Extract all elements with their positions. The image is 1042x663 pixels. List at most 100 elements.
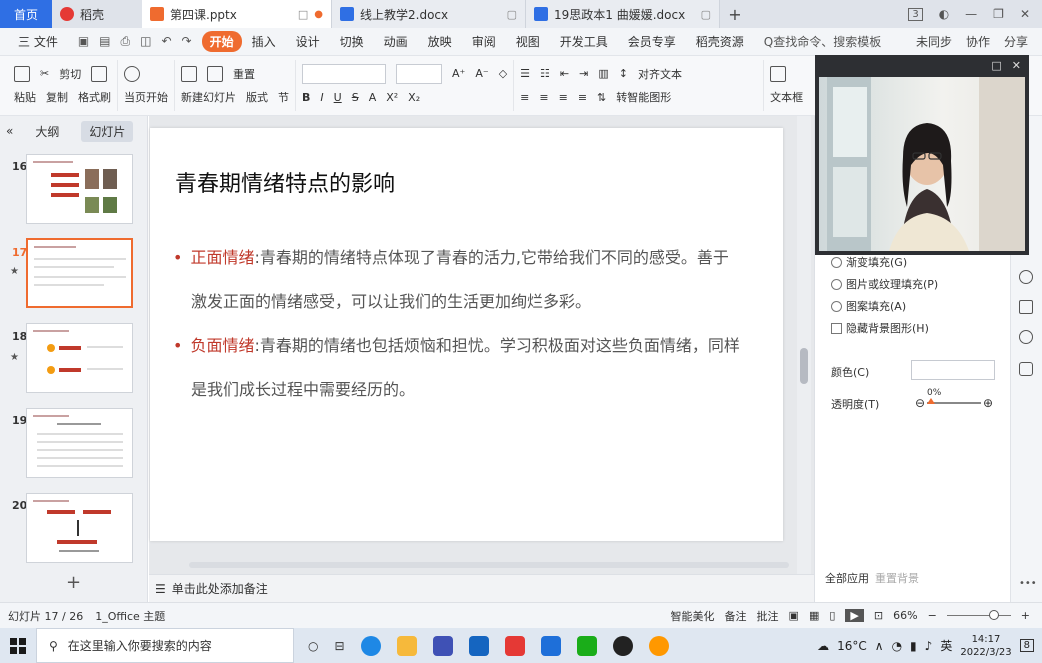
paste-icon[interactable] bbox=[14, 65, 30, 82]
slide-thumbnail-19[interactable] bbox=[26, 408, 133, 478]
tab-slides[interactable]: 幻灯片 bbox=[81, 120, 134, 142]
bullets-icon[interactable]: ☰ bbox=[520, 67, 530, 80]
undo-icon[interactable]: ↶ bbox=[161, 34, 171, 49]
store-icon[interactable] bbox=[432, 635, 453, 656]
restore-icon[interactable]: ❐ bbox=[993, 7, 1004, 21]
notes-bar[interactable]: ☰ 单击此处添加备注 bbox=[149, 574, 814, 602]
textbox-icon[interactable] bbox=[770, 65, 787, 82]
text-direction-icon[interactable]: ⇅ bbox=[597, 91, 606, 104]
mic-icon[interactable]: ▮ bbox=[910, 639, 917, 653]
weather-temp[interactable]: 16°C bbox=[837, 639, 867, 653]
align-text-button[interactable]: 对齐文本 bbox=[638, 66, 682, 82]
normal-view-icon[interactable]: ▣ bbox=[789, 609, 799, 622]
color-select[interactable] bbox=[911, 360, 995, 380]
command-search[interactable]: Q查找命令、搜索模板 bbox=[754, 33, 881, 50]
transparency-plus-icon[interactable]: ⊕ bbox=[983, 396, 993, 410]
help-icon[interactable] bbox=[1019, 270, 1033, 284]
menu-slideshow[interactable]: 放映 bbox=[418, 33, 462, 50]
wechat-icon[interactable] bbox=[576, 635, 597, 656]
numbering-icon[interactable]: ☷ bbox=[540, 67, 550, 80]
new-tab-button[interactable]: + bbox=[720, 0, 750, 28]
ime-indicator[interactable]: 英 bbox=[940, 637, 952, 654]
tab-close-icon[interactable]: ▢ bbox=[701, 8, 711, 21]
webcam-close-icon[interactable]: ✕ bbox=[1012, 59, 1021, 72]
beautify-button[interactable]: 智能美化 bbox=[671, 608, 715, 624]
slide-thumbnail-18[interactable] bbox=[26, 323, 133, 393]
close-icon[interactable]: ✕ bbox=[1020, 7, 1030, 21]
indent-icon[interactable]: ⇤ bbox=[560, 67, 569, 80]
play-icon[interactable] bbox=[124, 65, 140, 82]
slide-thumbnail-17[interactable] bbox=[26, 238, 133, 308]
justify-icon[interactable]: ≡ bbox=[578, 91, 587, 104]
menu-developer[interactable]: 开发工具 bbox=[550, 33, 618, 50]
font-shrink-icon[interactable]: A⁻ bbox=[475, 67, 488, 80]
start-button[interactable] bbox=[0, 637, 36, 654]
bullet-positive[interactable]: • 正面情绪:青春期的情绪特点体现了青春的活力,它带给我们不同的感受。善于 bbox=[173, 236, 753, 280]
scissors-icon[interactable]: ✂ bbox=[40, 67, 49, 80]
tray-expand-icon[interactable]: ∧ bbox=[875, 639, 884, 653]
font-size-select[interactable] bbox=[396, 63, 442, 84]
hide-bg-checkbox[interactable]: 隐藏背景图形(H) bbox=[831, 320, 929, 336]
slider-knob[interactable] bbox=[927, 398, 935, 404]
layout-button[interactable]: 版式 bbox=[246, 89, 268, 105]
cube-icon[interactable] bbox=[1019, 362, 1033, 376]
font-grow-icon[interactable]: A⁺ bbox=[452, 67, 465, 80]
browser-icon[interactable] bbox=[648, 635, 669, 656]
fit-icon[interactable]: ⊡ bbox=[874, 609, 883, 622]
play-slideshow-icon[interactable]: ▶ bbox=[845, 609, 864, 622]
location-icon[interactable] bbox=[1019, 330, 1033, 344]
layout-icon[interactable] bbox=[207, 65, 223, 82]
sorter-view-icon[interactable]: ▦ bbox=[809, 609, 819, 622]
webcam-window[interactable]: □ ✕ bbox=[815, 55, 1029, 255]
edge-icon[interactable] bbox=[360, 635, 381, 656]
menu-animation[interactable]: 动画 bbox=[374, 33, 418, 50]
menu-file[interactable]: 三 文件 bbox=[8, 33, 68, 50]
collapse-panel-icon[interactable]: « bbox=[6, 124, 13, 138]
line-spacing-icon[interactable]: ↕ bbox=[619, 67, 628, 80]
zoom-slider[interactable] bbox=[946, 610, 1011, 620]
smart-shape-button[interactable]: 转智能图形 bbox=[616, 89, 671, 105]
superscript-icon[interactable]: X² bbox=[386, 91, 398, 104]
webcam-maximize-icon[interactable]: □ bbox=[991, 59, 1001, 72]
dingtalk-icon[interactable] bbox=[540, 635, 561, 656]
settings-icon[interactable] bbox=[1019, 300, 1033, 314]
bullet-negative-cont[interactable]: 是我们成长过程中需要经历的。 bbox=[173, 368, 753, 412]
zoom-level[interactable]: 66% bbox=[893, 609, 917, 622]
window-count-badge[interactable]: 3 bbox=[908, 7, 923, 21]
from-current-button[interactable]: 当页开始 bbox=[124, 89, 168, 105]
new-slide-button[interactable]: 新建幻灯片 bbox=[181, 89, 236, 105]
menu-daoke-resources[interactable]: 稻壳资源 bbox=[686, 33, 754, 50]
columns-icon[interactable]: ▥ bbox=[598, 67, 608, 80]
menu-view[interactable]: 视图 bbox=[506, 33, 550, 50]
reading-view-icon[interactable]: ▯ bbox=[829, 609, 835, 622]
italic-icon[interactable]: I bbox=[320, 91, 323, 104]
weather-icon[interactable]: ☁ bbox=[817, 639, 829, 653]
pattern-fill-option[interactable]: 图案填充(A) bbox=[831, 298, 906, 314]
slide-thumbnail-20[interactable] bbox=[26, 493, 133, 563]
horizontal-scrollbar[interactable] bbox=[189, 562, 789, 568]
apply-all-button[interactable]: 全部应用 bbox=[821, 568, 873, 588]
menu-review[interactable]: 审阅 bbox=[462, 33, 506, 50]
tab-close-icon[interactable]: □ bbox=[298, 8, 308, 21]
task-view-icon[interactable]: ⊟ bbox=[334, 639, 344, 653]
qq-icon[interactable] bbox=[612, 635, 633, 656]
subscript-icon[interactable]: X₂ bbox=[408, 91, 420, 104]
align-left-icon[interactable]: ≡ bbox=[520, 91, 529, 104]
strikethrough-icon[interactable]: S bbox=[352, 91, 359, 104]
tab-home[interactable]: 首页 bbox=[0, 0, 52, 28]
transparency-slider[interactable] bbox=[927, 398, 981, 404]
zoom-knob[interactable] bbox=[988, 610, 999, 620]
notification-badge[interactable]: 8 bbox=[1019, 639, 1034, 652]
volume-icon[interactable]: ♪ bbox=[925, 639, 933, 653]
share-button[interactable]: 分享 bbox=[1004, 33, 1028, 50]
textbox-button[interactable]: 文本框 bbox=[770, 89, 803, 105]
clock[interactable]: 14:17 2022/3/23 bbox=[960, 633, 1011, 659]
align-right-icon[interactable]: ≡ bbox=[559, 91, 568, 104]
tab-pptx[interactable]: 第四课.pptx □ ● bbox=[142, 0, 332, 28]
taskbar-search[interactable]: ⚲ 在这里输入你要搜索的内容 bbox=[36, 628, 294, 663]
minimize-icon[interactable]: — bbox=[965, 7, 977, 21]
slide-title[interactable]: 青春期情绪特点的影响 bbox=[175, 166, 395, 198]
underline-icon[interactable]: U bbox=[334, 91, 342, 104]
reset-button[interactable]: 重置 bbox=[233, 66, 255, 82]
cortana-icon[interactable]: ○ bbox=[308, 639, 318, 653]
